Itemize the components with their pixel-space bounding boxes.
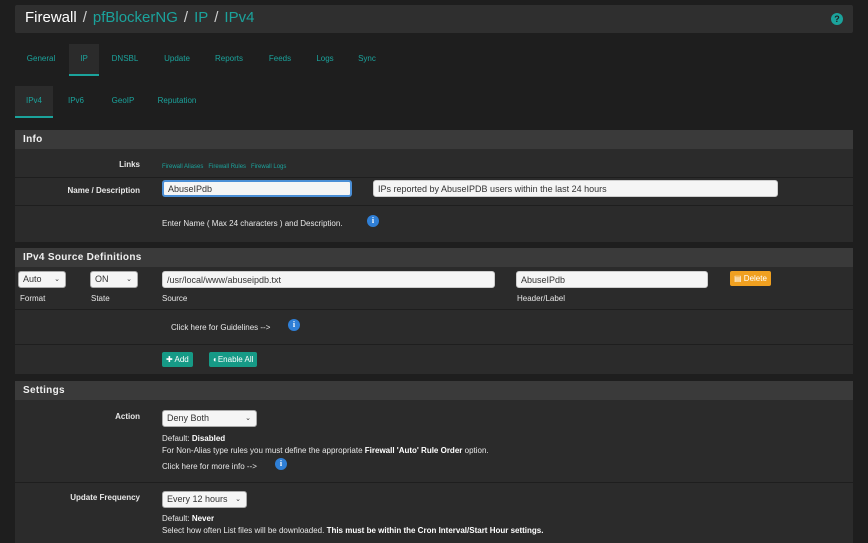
- tab-feeds[interactable]: Feeds: [261, 44, 299, 74]
- add-button-label: Add: [174, 355, 189, 364]
- source-url-input[interactable]: /usr/local/www/abuseipdb.txt: [162, 271, 495, 288]
- description-input[interactable]: IPs reported by AbuseIPDB users within t…: [373, 180, 778, 197]
- tab-ipv4[interactable]: IPv4: [15, 86, 53, 118]
- breadcrumb-ip[interactable]: IP: [194, 9, 208, 26]
- links-row: Links Firewall Aliases Firewall Rules Fire…: [15, 149, 853, 178]
- breadcrumb-root: Firewall: [25, 9, 77, 26]
- breadcrumb-separator: /: [183, 9, 189, 26]
- source-definitions-panel: IPv4 Source Definitions Auto ⌄ ON ⌄ /usr/l…: [15, 248, 853, 375]
- settings-panel: Settings Action Deny Both ⌄ Default: Disa…: [15, 381, 853, 543]
- frequency-note-bold: This must be within the Cron Interval/St…: [326, 526, 544, 535]
- hint-row: Enter Name ( Max 24 characters ) and Des…: [15, 206, 853, 243]
- plus-icon: ✚: [166, 355, 173, 364]
- info-icon[interactable]: i: [275, 458, 287, 470]
- header-label-input[interactable]: AbuseIPdb: [516, 271, 708, 288]
- source-column-label: Source: [162, 294, 188, 303]
- update-frequency-note: Select how often List files will be down…: [162, 526, 543, 535]
- tab-geoip[interactable]: GeoIP: [103, 86, 143, 116]
- chevron-down-icon: ⌄: [126, 276, 132, 283]
- name-row: Name / Description AbuseIPdb IPs reporte…: [15, 178, 853, 206]
- guidelines-row: Click here for Guidelines --> i: [15, 310, 853, 345]
- action-label: Action: [115, 412, 140, 421]
- name-input[interactable]: AbuseIPdb: [162, 180, 352, 197]
- firewall-logs-link[interactable]: Firewall Logs: [251, 164, 286, 170]
- breadcrumb-separator: /: [214, 9, 219, 26]
- action-default-value: Disabled: [191, 434, 226, 443]
- chevron-down-icon: ⌄: [235, 496, 241, 503]
- info-icon[interactable]: i: [288, 319, 300, 331]
- source-row: Auto ⌄ ON ⌄ /usr/local/www/abuseipdb.txt A…: [15, 267, 853, 310]
- tab-reports[interactable]: Reports: [207, 44, 251, 74]
- update-frequency-select[interactable]: Every 12 hours ⌄: [162, 491, 247, 508]
- info-icon[interactable]: i: [367, 215, 379, 227]
- breadcrumb-ipv4[interactable]: IPv4: [224, 9, 254, 26]
- frequency-default-prefix: Default:: [162, 514, 190, 523]
- update-frequency-value: Every 12 hours: [167, 494, 228, 504]
- chevron-down-icon: ⌄: [245, 415, 251, 422]
- chevron-down-icon: ⌄: [54, 276, 60, 283]
- action-note-text: For Non-Alias type rules you must define…: [162, 446, 363, 455]
- links-label: Links: [119, 160, 140, 169]
- firewall-rules-link[interactable]: Firewall Rules: [208, 164, 246, 170]
- breadcrumb-pfblockerng[interactable]: pfBlockerNG: [93, 9, 178, 26]
- format-column-label: Format: [20, 294, 46, 303]
- links-list: Firewall Aliases Firewall Rules Firewall L…: [162, 161, 291, 170]
- action-row: Action Deny Both ⌄ Default: Disabled For …: [15, 400, 853, 483]
- source-panel-title: IPv4 Source Definitions: [15, 248, 853, 267]
- delete-button[interactable]: ▤ Delete: [730, 271, 771, 286]
- header-column-label: Header/Label: [517, 294, 566, 303]
- frequency-note-text: Select how often List files will be down…: [162, 526, 325, 535]
- state-column-label: State: [91, 294, 110, 303]
- breadcrumb-bar: Firewall / pfBlockerNG / IP / IPv4 ?: [15, 5, 853, 33]
- settings-panel-title: Settings: [15, 381, 853, 400]
- tab-sync[interactable]: Sync: [351, 44, 383, 74]
- tab-ip[interactable]: IP: [69, 44, 99, 76]
- frequency-default-value: Never: [191, 514, 215, 523]
- enable-all-button[interactable]: ◐Enable All: [209, 352, 258, 367]
- breadcrumb-separator: /: [82, 9, 87, 26]
- tab-general[interactable]: General: [15, 44, 67, 74]
- more-info-link[interactable]: Click here for more info -->: [162, 462, 257, 471]
- name-label: Name / Description: [67, 186, 140, 195]
- guidelines-link[interactable]: Click here for Guidelines -->: [171, 323, 270, 332]
- action-note-end: option.: [464, 446, 489, 455]
- breadcrumb: Firewall / pfBlockerNG / IP / IPv4: [25, 9, 254, 26]
- action-select[interactable]: Deny Both ⌄: [162, 410, 257, 427]
- info-panel-title: Info: [15, 130, 853, 149]
- tab-update[interactable]: Update: [153, 44, 201, 74]
- update-frequency-label: Update Frequency: [70, 493, 140, 502]
- help-icon[interactable]: ?: [831, 13, 843, 25]
- update-frequency-row: Update Frequency Every 12 hours ⌄ Default…: [15, 483, 853, 543]
- action-select-value: Deny Both: [167, 413, 210, 423]
- action-note-bold: Firewall 'Auto' Rule Order: [364, 446, 463, 455]
- tab-ipv6[interactable]: IPv6: [59, 86, 93, 116]
- add-row: ✚ Add ◐Enable All: [15, 345, 853, 375]
- action-default: Default: Disabled: [162, 434, 225, 443]
- info-panel: Info Links Firewall Aliases Firewall Rule…: [15, 130, 853, 243]
- add-button[interactable]: ✚ Add: [162, 352, 193, 367]
- delete-button-label: Delete: [743, 274, 767, 283]
- action-default-prefix: Default:: [162, 434, 190, 443]
- action-note: For Non-Alias type rules you must define…: [162, 446, 489, 455]
- trash-icon: ▤: [734, 274, 742, 283]
- enable-all-label: Enable All: [217, 355, 254, 364]
- state-select[interactable]: ON ⌄: [90, 271, 138, 288]
- format-select[interactable]: Auto ⌄: [18, 271, 66, 288]
- state-select-value: ON: [95, 274, 109, 284]
- firewall-aliases-link[interactable]: Firewall Aliases: [162, 164, 203, 170]
- tab-reputation[interactable]: Reputation: [153, 86, 201, 116]
- update-frequency-default: Default: Never: [162, 514, 214, 523]
- tab-dnsbl[interactable]: DNSBL: [103, 44, 147, 74]
- name-hint: Enter Name ( Max 24 characters ) and Des…: [162, 219, 343, 228]
- tab-logs[interactable]: Logs: [309, 44, 341, 74]
- format-select-value: Auto: [23, 274, 42, 284]
